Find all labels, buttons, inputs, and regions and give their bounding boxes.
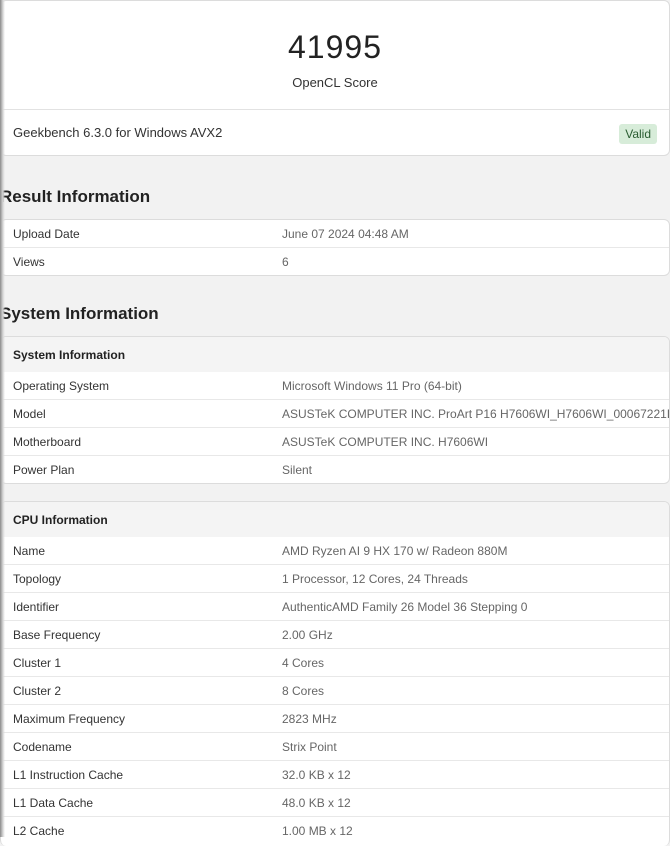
table-row: L2 Cache 1.00 MB x 12 <box>1 816 669 844</box>
row-key: Cluster 1 <box>13 656 62 670</box>
valid-status-badge: Valid <box>619 124 657 144</box>
row-key: Views <box>13 255 45 269</box>
row-value: June 07 2024 04:48 AM <box>282 227 409 241</box>
score-card: 41995 OpenCL Score Geekbench 6.3.0 for W… <box>0 0 670 156</box>
row-value: 2.00 GHz <box>282 628 333 642</box>
table-row: Upload Date June 07 2024 04:48 AM <box>1 220 669 247</box>
table-row: Name AMD Ryzen AI 9 HX 170 w/ Radeon 880… <box>1 537 669 564</box>
row-key: Codename <box>13 740 72 754</box>
table-row: Views 6 <box>1 247 669 275</box>
row-key: Topology <box>13 572 62 586</box>
table-row: Codename Strix Point <box>1 732 669 760</box>
table-row: Maximum Frequency 2823 MHz <box>1 704 669 732</box>
opencl-score-value: 41995 <box>288 29 382 65</box>
row-value: 48.0 KB x 12 <box>282 796 351 810</box>
opencl-score-label: OpenCL Score <box>292 75 378 90</box>
table-row: Power Plan Silent <box>1 455 669 483</box>
table-row: L1 Instruction Cache 32.0 KB x 12 <box>1 760 669 788</box>
table-row: Cluster 1 4 Cores <box>1 648 669 676</box>
table-heading-label: CPU Information <box>13 513 108 527</box>
result-information-table: Upload Date June 07 2024 04:48 AM Views … <box>0 219 670 276</box>
table-heading: CPU Information <box>1 502 669 537</box>
table-row: Identifier AuthenticAMD Family 26 Model … <box>1 592 669 620</box>
cpu-information-table: CPU Information Name AMD Ryzen AI 9 HX 1… <box>0 501 670 846</box>
row-value: 32.0 KB x 12 <box>282 768 351 782</box>
left-edge-shadow <box>0 0 5 837</box>
row-key: Cluster 2 <box>13 684 62 698</box>
row-value: 1.00 MB x 12 <box>282 824 353 838</box>
table-row: Operating System Microsoft Windows 11 Pr… <box>1 372 669 399</box>
row-value: 2823 MHz <box>282 712 337 726</box>
table-heading-label: System Information <box>13 348 126 362</box>
row-value: 8 Cores <box>282 684 325 698</box>
score-footer: Geekbench 6.3.0 for Windows AVX2 Valid <box>1 110 669 156</box>
row-key: Operating System <box>13 379 110 393</box>
score-header: 41995 OpenCL Score <box>1 1 669 110</box>
row-key: L2 Cache <box>13 824 65 838</box>
row-key: Power Plan <box>13 463 75 477</box>
table-row: Model ASUSTeK COMPUTER INC. ProArt P16 H… <box>1 399 669 427</box>
row-value: Strix Point <box>282 740 337 754</box>
row-key: L1 Data Cache <box>13 796 94 810</box>
row-key: L1 Instruction Cache <box>13 768 124 782</box>
table-row: L1 Data Cache 48.0 KB x 12 <box>1 788 669 816</box>
row-key: Base Frequency <box>13 628 101 642</box>
row-key: Identifier <box>13 600 60 614</box>
row-value: ASUSTeK COMPUTER INC. H7606WI <box>282 435 489 449</box>
benchmark-version: Geekbench 6.3.0 for Windows AVX2 <box>13 125 223 140</box>
table-row: Topology 1 Processor, 12 Cores, 24 Threa… <box>1 564 669 592</box>
row-value: 4 Cores <box>282 656 325 670</box>
table-row: Cluster 2 8 Cores <box>1 676 669 704</box>
table-row: Motherboard ASUSTeK COMPUTER INC. H7606W… <box>1 427 669 455</box>
row-value: 1 Processor, 12 Cores, 24 Threads <box>282 572 468 586</box>
row-value: ASUSTeK COMPUTER INC. ProArt P16 H7606WI… <box>282 407 670 421</box>
row-key: Upload Date <box>13 227 80 241</box>
row-value: Silent <box>282 463 313 477</box>
row-value: 6 <box>282 255 289 269</box>
row-value: Microsoft Windows 11 Pro (64-bit) <box>282 379 462 393</box>
row-key: Name <box>13 544 46 558</box>
row-key: Motherboard <box>13 435 82 449</box>
row-key: Maximum Frequency <box>13 712 126 726</box>
table-heading: System Information <box>1 337 669 372</box>
row-key: Model <box>13 407 46 421</box>
row-value: AuthenticAMD Family 26 Model 36 Stepping… <box>282 600 528 614</box>
system-information-table: System Information Operating System Micr… <box>0 336 670 484</box>
system-information-title: System Information <box>0 304 159 323</box>
row-value: AMD Ryzen AI 9 HX 170 w/ Radeon 880M <box>282 544 508 558</box>
result-information-title: Result Information <box>0 187 151 206</box>
table-row: Base Frequency 2.00 GHz <box>1 620 669 648</box>
